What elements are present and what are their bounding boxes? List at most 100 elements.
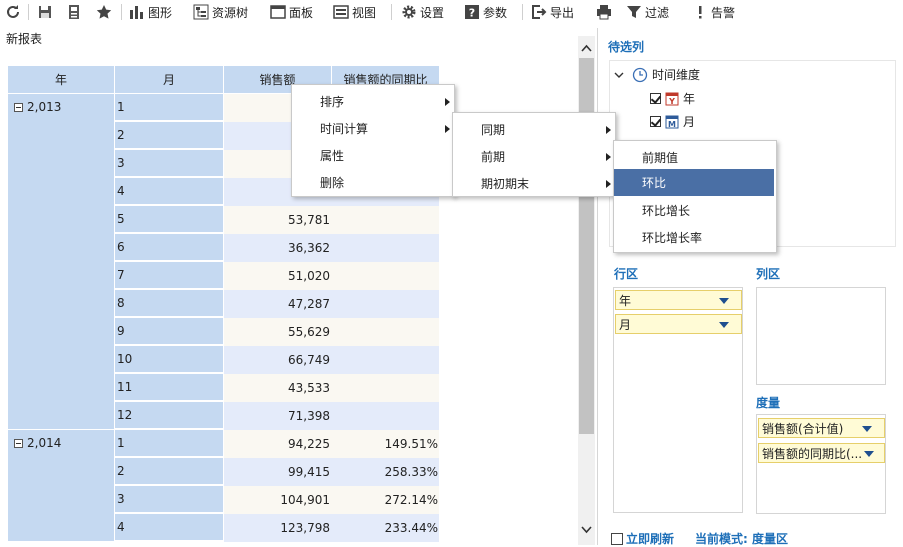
menu-item-sort[interactable]: 排序 bbox=[292, 88, 452, 115]
params-label: 参数 bbox=[483, 5, 508, 20]
menu-item-time-calc[interactable]: 时间计算 bbox=[292, 115, 452, 142]
refresh-icon bbox=[5, 4, 21, 20]
row-field-month[interactable]: 月 bbox=[615, 314, 742, 334]
candidates-title: 待选列 bbox=[608, 40, 645, 54]
month-cell: 3 bbox=[115, 150, 223, 177]
chevron-down-icon[interactable] bbox=[614, 70, 624, 80]
dropdown-arrow-icon[interactable] bbox=[862, 426, 872, 432]
sales-cell: 36,362 bbox=[224, 234, 332, 262]
menu-item-delete-label: 删除 bbox=[320, 176, 345, 190]
time-calc-submenu: 同期 前期 期初期末 bbox=[452, 112, 616, 197]
refresh-label: 立即刷新 bbox=[626, 532, 675, 546]
save-as-icon bbox=[66, 4, 82, 20]
menu-item-properties[interactable]: 属性 bbox=[292, 142, 452, 169]
dropdown-arrow-icon[interactable] bbox=[864, 451, 874, 457]
ratio-cell: 149.51% bbox=[332, 430, 439, 458]
month-cell: 1 bbox=[115, 430, 223, 457]
prior-period-submenu: 前期值 环比 环比增长 环比增长率 bbox=[613, 140, 777, 253]
month-cell: 11 bbox=[115, 374, 223, 401]
view-button[interactable]: 视图 bbox=[333, 3, 376, 21]
sales-cell: 66,749 bbox=[224, 346, 332, 374]
save-as-button[interactable] bbox=[66, 3, 82, 21]
menu-item-mom[interactable]: 环比 bbox=[614, 169, 774, 196]
tree-node-month[interactable]: M 月 bbox=[650, 113, 695, 130]
save-icon bbox=[37, 4, 53, 20]
year-group-cell: 2,014 bbox=[8, 430, 115, 542]
ratio-cell bbox=[332, 402, 439, 430]
svg-text:?: ? bbox=[469, 7, 475, 20]
param-icon: ? bbox=[464, 4, 480, 20]
menu-item-prior-value[interactable]: 前期值 bbox=[614, 144, 774, 171]
gear-icon bbox=[401, 4, 417, 20]
sales-cell: 71,398 bbox=[224, 402, 332, 430]
measure-area-box: 销售额(合计值) 销售额的同期比(... bbox=[756, 414, 886, 514]
export-icon bbox=[531, 4, 547, 20]
header-year[interactable]: 年 bbox=[8, 66, 115, 93]
year-calendar-icon: Y bbox=[665, 92, 679, 106]
params-button[interactable]: ? 参数 bbox=[464, 3, 507, 21]
collapse-icon[interactable] bbox=[14, 102, 23, 112]
alert-button[interactable]: 告警 bbox=[692, 3, 735, 21]
header-month[interactable]: 月 bbox=[115, 66, 224, 93]
ratio-cell bbox=[332, 262, 439, 290]
print-icon bbox=[596, 4, 612, 20]
scroll-down-icon[interactable] bbox=[581, 524, 592, 535]
menu-item-mom-growth-rate[interactable]: 环比增长率 bbox=[614, 224, 774, 251]
panel-button[interactable]: 面板 bbox=[270, 3, 313, 21]
month-cell: 6 bbox=[115, 234, 223, 261]
menu-item-same-period[interactable]: 同期 bbox=[453, 116, 613, 143]
export-button[interactable]: 导出 bbox=[531, 3, 574, 21]
sales-cell: 123,798 bbox=[224, 514, 332, 542]
collapse-icon[interactable] bbox=[14, 438, 23, 448]
context-menu: 排序 时间计算 属性 删除 bbox=[291, 84, 455, 197]
export-label: 导出 bbox=[550, 5, 575, 20]
dropdown-arrow-icon[interactable] bbox=[719, 322, 729, 328]
chart-button[interactable]: 图形 bbox=[129, 3, 172, 21]
settings-button[interactable]: 设置 bbox=[401, 3, 444, 21]
panel-label: 面板 bbox=[289, 5, 314, 20]
month-cell: 1 bbox=[115, 94, 223, 121]
measure-field-sales-yoy[interactable]: 销售额的同期比(... bbox=[758, 443, 885, 463]
dropdown-arrow-icon[interactable] bbox=[719, 298, 729, 304]
report-title: 新报表 bbox=[6, 32, 43, 46]
print-button[interactable] bbox=[596, 3, 612, 21]
submenu-arrow-icon bbox=[445, 98, 450, 106]
scroll-up-icon[interactable] bbox=[581, 43, 592, 54]
ratio-cell: 272.14% bbox=[332, 486, 439, 514]
row-field-month-label: 月 bbox=[619, 317, 632, 332]
save-button[interactable] bbox=[37, 3, 53, 21]
menu-item-mom-growth[interactable]: 环比增长 bbox=[614, 197, 774, 224]
filter-icon bbox=[626, 4, 642, 20]
favorite-star-icon bbox=[96, 4, 112, 20]
month-cell: 2 bbox=[115, 458, 223, 485]
tree-node-time-dimension[interactable]: 时间维度 bbox=[614, 66, 700, 83]
refresh-checkbox[interactable] bbox=[611, 532, 623, 545]
ratio-cell: 233.44% bbox=[332, 514, 439, 542]
year-group-label[interactable]: 2,013 bbox=[14, 100, 61, 114]
resource-tree-button[interactable]: 资源树 bbox=[193, 3, 248, 21]
chart-icon bbox=[129, 4, 145, 20]
month-cell: 5 bbox=[115, 206, 223, 233]
filter-button[interactable]: 过滤 bbox=[626, 3, 669, 21]
year-checkbox[interactable] bbox=[650, 93, 661, 104]
favorite-button[interactable] bbox=[96, 3, 112, 21]
submenu-arrow-icon bbox=[445, 125, 450, 133]
menu-item-same-period-label: 同期 bbox=[481, 123, 506, 137]
measure-field-sales-label: 销售额(合计值) bbox=[762, 421, 844, 436]
tree-node-year[interactable]: Y 年 bbox=[650, 90, 695, 107]
sales-cell: 94,225 bbox=[224, 430, 332, 458]
measure-field-sales[interactable]: 销售额(合计值) bbox=[758, 418, 885, 438]
month-checkbox[interactable] bbox=[650, 116, 661, 127]
refresh-button[interactable] bbox=[5, 3, 21, 21]
year-group-label[interactable]: 2,014 bbox=[14, 436, 61, 450]
svg-text:M: M bbox=[668, 120, 676, 129]
menu-item-delete[interactable]: 删除 bbox=[292, 169, 452, 196]
row-field-year[interactable]: 年 bbox=[615, 290, 742, 310]
menu-item-period-start-end[interactable]: 期初期末 bbox=[453, 170, 613, 197]
instant-refresh[interactable]: 立即刷新 bbox=[611, 530, 674, 547]
sales-cell: 43,533 bbox=[224, 374, 332, 402]
menu-item-prior-period[interactable]: 前期 bbox=[453, 143, 613, 170]
alert-icon bbox=[692, 4, 708, 20]
sales-cell: 55,629 bbox=[224, 318, 332, 346]
tree-root-label: 时间维度 bbox=[652, 68, 701, 82]
